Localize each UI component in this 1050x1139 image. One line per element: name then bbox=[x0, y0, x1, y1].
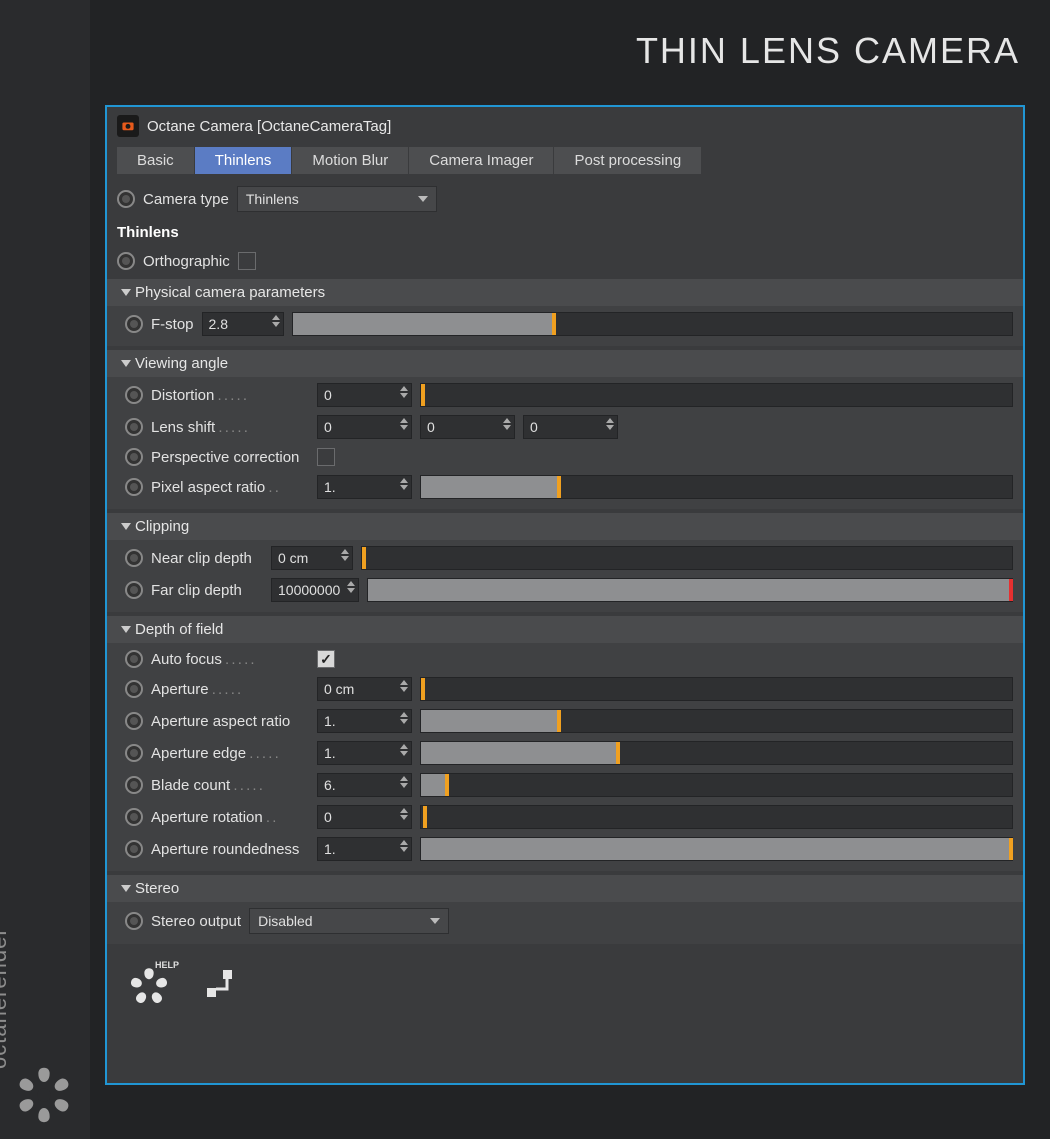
aperture-edge-spinner[interactable]: 1. bbox=[317, 741, 412, 765]
group-physical-title: Physical camera parameters bbox=[135, 284, 325, 301]
camera-type-dropdown[interactable]: Thinlens bbox=[237, 186, 437, 212]
aperture-edge-label: Aperture edge bbox=[151, 745, 309, 762]
octane-logo-icon bbox=[10, 1061, 78, 1129]
tab-post-processing[interactable]: Post processing bbox=[554, 147, 702, 174]
aperture-roundedness-spinner[interactable]: 1. bbox=[317, 837, 412, 861]
orthographic-label: Orthographic bbox=[143, 253, 230, 270]
preset-button[interactable] bbox=[201, 966, 241, 1006]
tab-basic[interactable]: Basic bbox=[117, 147, 195, 174]
blade-count-slider[interactable] bbox=[420, 773, 1013, 797]
near-clip-label: Near clip depth bbox=[151, 550, 263, 567]
aperture-reset[interactable] bbox=[125, 680, 143, 698]
auto-focus-label: Auto focus bbox=[151, 651, 309, 668]
group-stereo-title: Stereo bbox=[135, 880, 179, 897]
caret-down-icon bbox=[121, 626, 131, 633]
pixel-aspect-slider[interactable] bbox=[420, 475, 1013, 499]
group-physical-header[interactable]: Physical camera parameters bbox=[107, 279, 1023, 306]
aperture-label: Aperture bbox=[151, 681, 309, 698]
pixel-aspect-label: Pixel aspect ratio bbox=[151, 479, 309, 496]
auto-focus-checkbox[interactable] bbox=[317, 650, 335, 668]
lens-shift-y-spinner[interactable]: 0 bbox=[420, 415, 515, 439]
tab-bar: Basic Thinlens Motion Blur Camera Imager… bbox=[107, 147, 1023, 182]
camera-panel: Octane Camera [OctaneCameraTag] Basic Th… bbox=[105, 105, 1025, 1085]
tab-camera-imager[interactable]: Camera Imager bbox=[409, 147, 554, 174]
stereo-output-reset[interactable] bbox=[125, 912, 143, 930]
distortion-spinner[interactable]: 0 bbox=[317, 383, 412, 407]
perspective-correction-reset[interactable] bbox=[125, 448, 143, 466]
tab-motion-blur[interactable]: Motion Blur bbox=[292, 147, 409, 174]
aperture-roundedness-reset[interactable] bbox=[125, 840, 143, 858]
brand-text: octanerender™ bbox=[0, 916, 12, 1069]
aperture-rotation-reset[interactable] bbox=[125, 808, 143, 826]
stereo-output-dropdown[interactable]: Disabled bbox=[249, 908, 449, 934]
caret-down-icon bbox=[121, 523, 131, 530]
page-title: THIN LENS CAMERA bbox=[636, 30, 1020, 72]
aperture-edge-slider[interactable] bbox=[420, 741, 1013, 765]
distortion-label: Distortion bbox=[151, 387, 309, 404]
fstop-spinner[interactable]: 2.8 bbox=[202, 312, 284, 336]
far-clip-slider[interactable] bbox=[367, 578, 1013, 602]
aperture-aspect-reset[interactable] bbox=[125, 712, 143, 730]
fstop-slider[interactable] bbox=[292, 312, 1013, 336]
group-clipping-title: Clipping bbox=[135, 518, 189, 535]
orthographic-checkbox[interactable] bbox=[238, 252, 256, 270]
aperture-slider[interactable] bbox=[420, 677, 1013, 701]
fstop-label: F-stop bbox=[151, 316, 194, 333]
stereo-output-label: Stereo output bbox=[151, 913, 241, 930]
aperture-aspect-slider[interactable] bbox=[420, 709, 1013, 733]
fstop-reset[interactable] bbox=[125, 315, 143, 333]
lens-shift-x-spinner[interactable]: 0 bbox=[317, 415, 412, 439]
near-clip-reset[interactable] bbox=[125, 549, 143, 567]
lens-shift-label: Lens shift bbox=[151, 419, 309, 436]
tab-thinlens[interactable]: Thinlens bbox=[195, 147, 293, 174]
blade-count-reset[interactable] bbox=[125, 776, 143, 794]
aperture-aspect-label: Aperture aspect ratio bbox=[151, 713, 309, 730]
panel-title: Octane Camera [OctaneCameraTag] bbox=[147, 118, 391, 135]
distortion-slider[interactable] bbox=[420, 383, 1013, 407]
group-dof-header[interactable]: Depth of field bbox=[107, 616, 1023, 643]
aperture-aspect-spinner[interactable]: 1. bbox=[317, 709, 412, 733]
camera-tag-icon bbox=[117, 115, 139, 137]
orthographic-reset[interactable] bbox=[117, 252, 135, 270]
left-sidebar: octanerender™ bbox=[0, 0, 90, 1139]
caret-down-icon bbox=[121, 360, 131, 367]
section-heading: Thinlens bbox=[107, 216, 1023, 247]
camera-type-reset[interactable] bbox=[117, 190, 135, 208]
near-clip-slider[interactable] bbox=[361, 546, 1013, 570]
lens-shift-reset[interactable] bbox=[125, 418, 143, 436]
far-clip-spinner[interactable]: 10000000 bbox=[271, 578, 359, 602]
lens-shift-z-spinner[interactable]: 0 bbox=[523, 415, 618, 439]
group-clipping-header[interactable]: Clipping bbox=[107, 513, 1023, 540]
group-viewing-title: Viewing angle bbox=[135, 355, 228, 372]
group-dof-title: Depth of field bbox=[135, 621, 223, 638]
far-clip-reset[interactable] bbox=[125, 581, 143, 599]
caret-down-icon bbox=[121, 885, 131, 892]
near-clip-spinner[interactable]: 0 cm bbox=[271, 546, 353, 570]
far-clip-label: Far clip depth bbox=[151, 582, 263, 599]
help-button[interactable]: HELP bbox=[121, 962, 177, 1010]
aperture-edge-reset[interactable] bbox=[125, 744, 143, 762]
distortion-reset[interactable] bbox=[125, 386, 143, 404]
pixel-aspect-spinner[interactable]: 1. bbox=[317, 475, 412, 499]
aperture-rotation-spinner[interactable]: 0 bbox=[317, 805, 412, 829]
aperture-spinner[interactable]: 0 cm bbox=[317, 677, 412, 701]
blade-count-label: Blade count bbox=[151, 777, 309, 794]
aperture-roundedness-slider[interactable] bbox=[420, 837, 1013, 861]
auto-focus-reset[interactable] bbox=[125, 650, 143, 668]
camera-type-label: Camera type bbox=[143, 191, 229, 208]
aperture-roundedness-label: Aperture roundedness bbox=[151, 841, 309, 858]
perspective-correction-checkbox[interactable] bbox=[317, 448, 335, 466]
aperture-rotation-slider[interactable] bbox=[420, 805, 1013, 829]
aperture-rotation-label: Aperture rotation bbox=[151, 809, 309, 826]
blade-count-spinner[interactable]: 6. bbox=[317, 773, 412, 797]
group-stereo-header[interactable]: Stereo bbox=[107, 875, 1023, 902]
pixel-aspect-reset[interactable] bbox=[125, 478, 143, 496]
perspective-correction-label: Perspective correction bbox=[151, 449, 309, 466]
caret-down-icon bbox=[121, 289, 131, 296]
group-viewing-header[interactable]: Viewing angle bbox=[107, 350, 1023, 377]
help-label: HELP bbox=[155, 960, 179, 970]
